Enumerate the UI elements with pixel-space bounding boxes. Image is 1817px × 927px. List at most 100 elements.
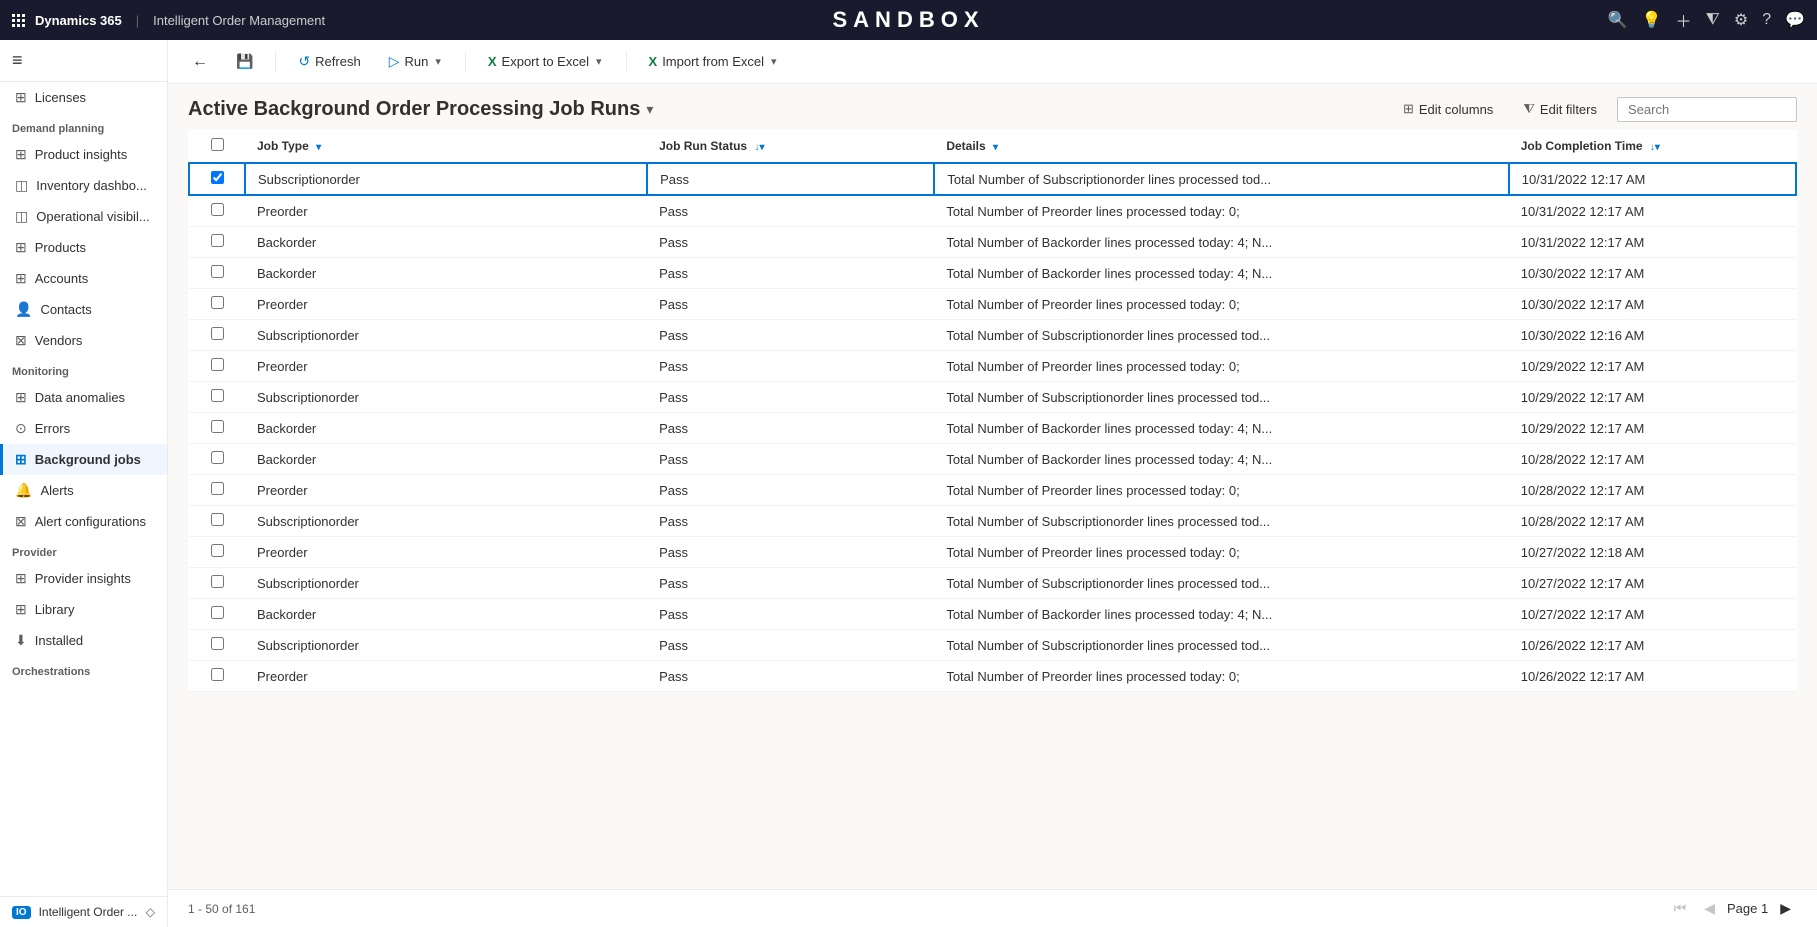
table-row[interactable]: PreorderPassTotal Number of Preorder lin… [189,195,1796,227]
sidebar-toggle[interactable]: ≡ [0,40,167,82]
cell-details: Total Number of Subscriptionorder lines … [934,506,1508,537]
cell-completion-time: 10/30/2022 12:17 AM [1509,289,1796,320]
table-row[interactable]: PreorderPassTotal Number of Preorder lin… [189,351,1796,382]
sidebar-item-accounts[interactable]: ⊞ Accounts [0,263,167,294]
edit-columns-button[interactable]: ⊞ Edit columns [1393,96,1503,122]
cell-status: Pass [647,568,934,599]
sidebar-item-operational-visibility[interactable]: ◫ Operational visibil... [0,201,167,232]
sidebar-item-alert-configurations[interactable]: ⊠ Alert configurations [0,506,167,537]
edit-filters-button[interactable]: ⧨ Edit filters [1513,96,1607,122]
page-title-caret[interactable]: ▾ [646,101,653,118]
cell-details: Total Number of Subscriptionorder lines … [934,163,1508,195]
row-checkbox[interactable] [211,420,224,433]
row-checkbox[interactable] [211,265,224,278]
run-icon: ▷ [389,53,400,70]
sidebar-item-products[interactable]: ⊞ Products [0,232,167,263]
sidebar-item-alerts[interactable]: 🔔 Alerts [0,475,167,506]
row-checkbox[interactable] [211,389,224,402]
table-footer: 1 - 50 of 161 ⏮ ◀ Page 1 ▶ [168,889,1817,927]
table-row[interactable]: BackorderPassTotal Number of Backorder l… [189,258,1796,289]
cell-completion-time: 10/27/2022 12:17 AM [1509,568,1796,599]
app-switcher-icon[interactable] [12,14,25,27]
filter-icon[interactable]: ⧨ [1706,11,1720,29]
table-row[interactable]: PreorderPassTotal Number of Preorder lin… [189,661,1796,692]
sidebar-item-data-anomalies[interactable]: ⊞ Data anomalies [0,382,167,413]
row-checkbox[interactable] [211,668,224,681]
table-row[interactable]: SubscriptionorderPassTotal Number of Sub… [189,320,1796,351]
row-checkbox[interactable] [211,575,224,588]
import-excel-button[interactable]: X Import from Excel ▾ [639,47,789,76]
settings-icon[interactable]: ⚙ [1734,10,1748,30]
search-icon[interactable]: 🔍 [1608,10,1628,30]
row-checkbox[interactable] [211,234,224,247]
row-checkbox[interactable] [211,171,224,184]
row-checkbox[interactable] [211,513,224,526]
cell-completion-time: 10/26/2022 12:17 AM [1509,661,1796,692]
sidebar-item-library[interactable]: ⊞ Library [0,594,167,625]
col-header-details[interactable]: Details ▾ [934,130,1508,163]
table-row[interactable]: BackorderPassTotal Number of Backorder l… [189,599,1796,630]
table-row[interactable]: SubscriptionorderPassTotal Number of Sub… [189,382,1796,413]
sidebar-item-label: Vendors [35,333,83,348]
table-row[interactable]: BackorderPassTotal Number of Backorder l… [189,227,1796,258]
row-checkbox[interactable] [211,637,224,650]
col-header-job-type[interactable]: Job Type ▾ [245,130,647,163]
col-header-completion-time[interactable]: Job Completion Time ↓▾ [1509,130,1796,163]
sidebar-item-errors[interactable]: ⊙ Errors [0,413,167,444]
cell-job-type: Subscriptionorder [245,163,647,195]
col-header-job-run-status[interactable]: Job Run Status ↓▾ [647,130,934,163]
table-row[interactable]: SubscriptionorderPassTotal Number of Sub… [189,506,1796,537]
run-button[interactable]: ▷ Run ▾ [379,47,453,76]
sidebar-item-contacts[interactable]: 👤 Contacts [0,294,167,325]
row-checkbox[interactable] [211,358,224,371]
row-checkbox[interactable] [211,327,224,340]
chat-icon[interactable]: 💬 [1785,10,1805,30]
table-row[interactable]: SubscriptionorderPassTotal Number of Sub… [189,163,1796,195]
sidebar-bottom-app[interactable]: IO Intelligent Order ... ◇ [0,896,167,927]
save-button[interactable]: 💾 [226,49,263,74]
row-checkbox[interactable] [211,451,224,464]
next-page-button[interactable]: ▶ [1774,898,1797,919]
brand-name[interactable]: Dynamics 365 [35,13,122,28]
back-button[interactable]: ← [182,49,218,75]
row-checkbox[interactable] [211,203,224,216]
sidebar-item-background-jobs[interactable]: ⊞ Background jobs [0,444,167,475]
run-caret[interactable]: ▾ [433,51,443,72]
search-input[interactable] [1617,97,1797,122]
sidebar-item-provider-insights[interactable]: ⊞ Provider insights [0,563,167,594]
table-row[interactable]: PreorderPassTotal Number of Preorder lin… [189,537,1796,568]
export-caret[interactable]: ▾ [594,51,604,72]
top-bar-right: 🔍 💡 ＋ ⧨ ⚙ ? 💬 [1207,8,1805,32]
import-caret[interactable]: ▾ [769,51,779,72]
lightbulb-icon[interactable]: 💡 [1642,10,1662,30]
table-row[interactable]: BackorderPassTotal Number of Backorder l… [189,413,1796,444]
sidebar-item-vendors[interactable]: ⊠ Vendors [0,325,167,356]
save-icon: 💾 [236,53,253,70]
row-checkbox[interactable] [211,606,224,619]
page-header: Active Background Order Processing Job R… [168,84,1817,130]
sidebar-item-licenses[interactable]: ⊞ Licenses [0,82,167,113]
help-icon[interactable]: ? [1762,11,1771,29]
row-checkbox[interactable] [211,544,224,557]
table-row[interactable]: SubscriptionorderPassTotal Number of Sub… [189,630,1796,661]
row-checkbox[interactable] [211,296,224,309]
select-all-checkbox[interactable] [189,130,245,163]
table-row[interactable]: PreorderPassTotal Number of Preorder lin… [189,475,1796,506]
sidebar-item-installed[interactable]: ⬇ Installed [0,625,167,656]
prev-page-button[interactable]: ◀ [1698,898,1721,919]
first-page-button[interactable]: ⏮ [1668,898,1693,919]
export-excel-button[interactable]: X Export to Excel ▾ [478,47,614,76]
cell-job-type: Subscriptionorder [245,568,647,599]
header-checkbox[interactable] [211,138,224,151]
refresh-button[interactable]: ↺ Refresh [288,49,370,74]
cell-completion-time: 10/30/2022 12:17 AM [1509,258,1796,289]
sidebar-item-product-insights[interactable]: ⊞ Product insights [0,139,167,170]
table-row[interactable]: PreorderPassTotal Number of Preorder lin… [189,289,1796,320]
cell-details: Total Number of Preorder lines processed… [934,661,1508,692]
sidebar-item-inventory-dashboard[interactable]: ◫ Inventory dashbo... [0,170,167,201]
table-row[interactable]: BackorderPassTotal Number of Backorder l… [189,444,1796,475]
table-row[interactable]: SubscriptionorderPassTotal Number of Sub… [189,568,1796,599]
row-checkbox[interactable] [211,482,224,495]
plus-icon[interactable]: ＋ [1676,8,1692,32]
run-label: Run [404,54,428,69]
